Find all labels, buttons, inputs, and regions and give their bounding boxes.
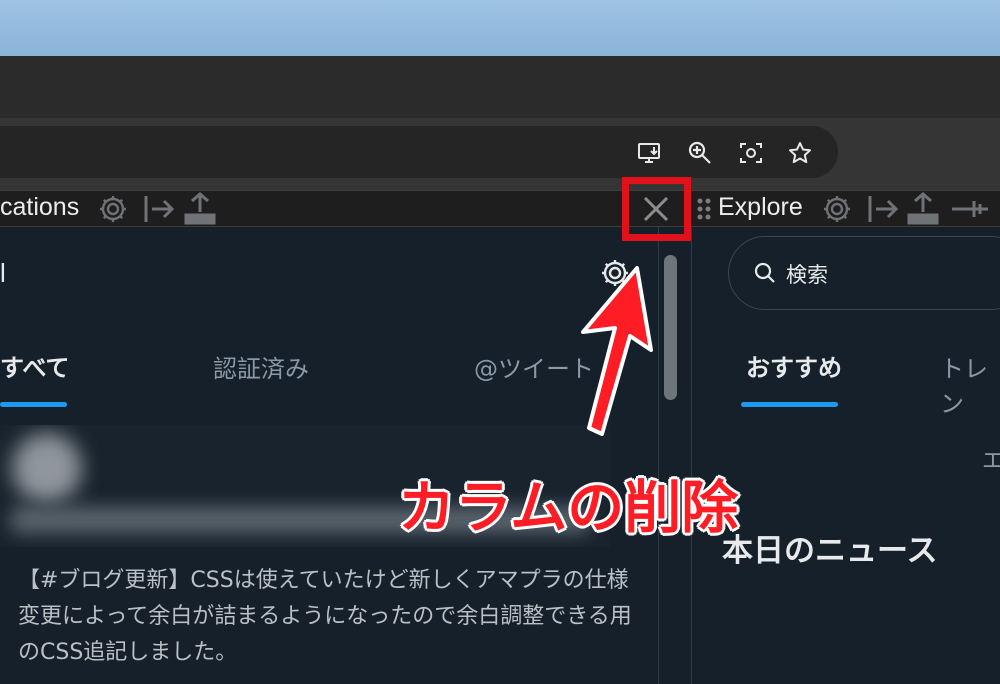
pin-column-icon[interactable] (950, 196, 990, 222)
tab-trending[interactable]: トレン (940, 349, 1000, 419)
move-column-right-icon[interactable] (866, 192, 900, 226)
news-section-heading: 本日のニュース (722, 533, 938, 569)
tab-verified[interactable]: 認証済み (213, 349, 309, 384)
move-column-right-icon[interactable] (142, 192, 176, 226)
column-title-fragment: l (0, 258, 6, 288)
tab-for-you[interactable]: おすすめ (746, 348, 842, 383)
share-column-icon[interactable] (905, 190, 941, 226)
browser-tab-strip (0, 56, 1000, 118)
column-title-notifications: cations (0, 193, 80, 221)
column-settings-gear-icon[interactable] (96, 192, 130, 226)
install-app-icon[interactable] (637, 140, 663, 166)
truncated-text: エ (982, 449, 1000, 474)
avatar (12, 433, 82, 503)
share-column-icon[interactable] (182, 190, 218, 226)
highlight-box (622, 177, 691, 241)
active-tab-indicator (0, 402, 67, 407)
screenshot-icon[interactable] (738, 140, 764, 166)
desktop-wallpaper (0, 0, 1000, 56)
bookmark-star-icon[interactable] (787, 140, 813, 166)
search-icon (752, 260, 778, 286)
search-placeholder: 検索 (786, 263, 828, 287)
pointer-arrow-icon (581, 266, 653, 436)
column-settings-gear-icon[interactable] (820, 192, 854, 226)
tab-all[interactable]: すべて (0, 348, 69, 383)
scrollbar-thumb[interactable] (664, 255, 677, 400)
annotation-label: カラムの削除 (398, 475, 739, 541)
tweet-text: 【#ブログ更新】CSSは使えていたけど新しくアマプラの仕様変更によって余白が詰ま… (18, 568, 632, 665)
column-title-explore: Explore (718, 193, 803, 221)
drag-handle-icon[interactable] (695, 196, 713, 222)
zoom-in-icon[interactable] (687, 140, 713, 166)
active-tab-indicator (741, 402, 838, 407)
